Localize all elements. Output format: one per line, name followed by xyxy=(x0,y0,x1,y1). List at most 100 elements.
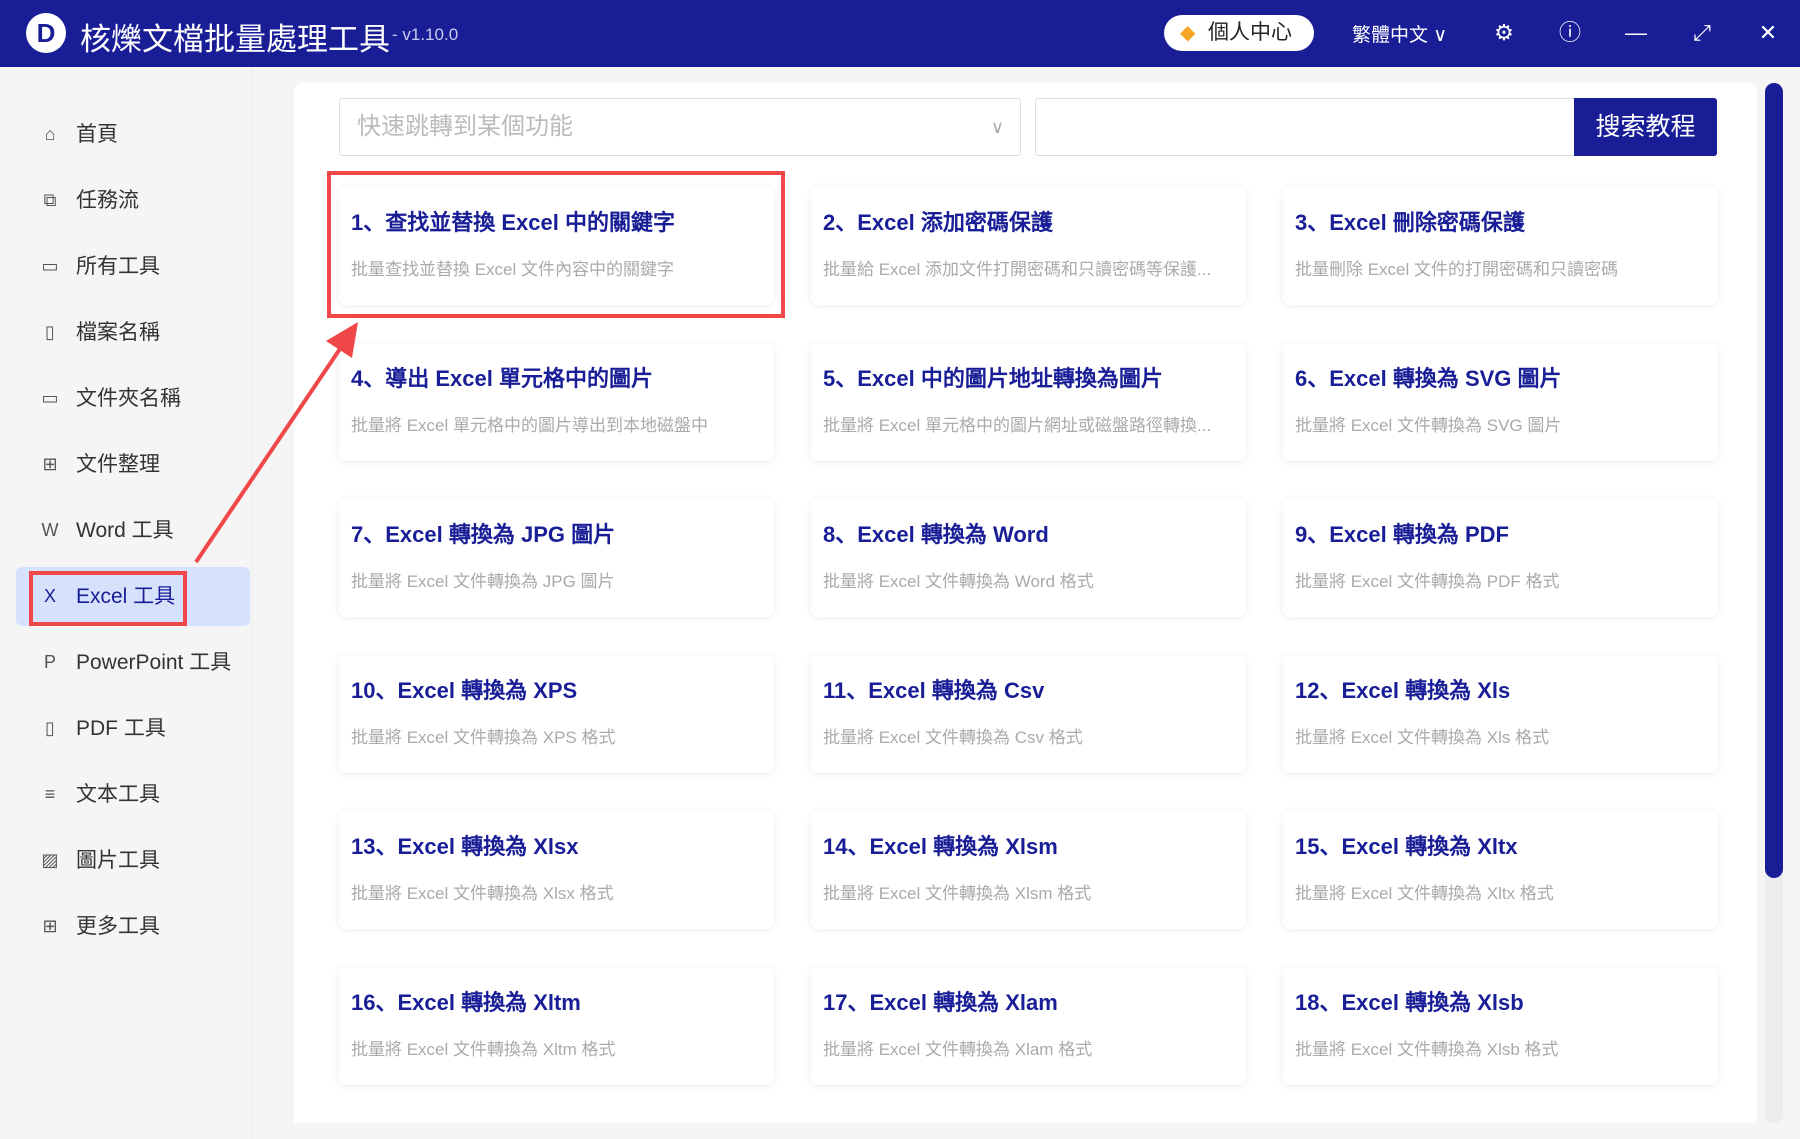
personal-center-button[interactable]: ◆ 個人中心 xyxy=(1164,15,1314,51)
tool-card[interactable]: 15、Excel 轉換為 Xltx 批量將 Excel 文件轉換為 Xltx 格式 xyxy=(1283,811,1718,929)
app-version: - v1.10.0 xyxy=(392,25,459,44)
minimize-icon[interactable]: — xyxy=(1619,16,1653,50)
language-label: 繁體中文 xyxy=(1352,25,1429,46)
sidebar-item[interactable]: P PowerPoint 工具 xyxy=(16,633,250,692)
help-icon[interactable]: ⓘ xyxy=(1553,16,1587,50)
tool-card[interactable]: 13、Excel 轉換為 Xlsx 批量將 Excel 文件轉換為 Xlsx 格式 xyxy=(339,811,774,929)
tool-card-desc: 批量將 Excel 文件轉換為 PDF 格式 xyxy=(1295,572,1560,591)
tool-card-title: 9、Excel 轉換為 PDF xyxy=(1295,522,1509,547)
tool-card[interactable]: 16、Excel 轉換為 Xltm 批量將 Excel 文件轉換為 Xltm 格式 xyxy=(339,967,774,1085)
sidebar-item-label: 任務流 xyxy=(76,189,139,212)
scrollbar-thumb[interactable] xyxy=(1765,83,1783,878)
sidebar-item-label: 文件整理 xyxy=(76,453,160,476)
tool-card-title: 7、Excel 轉換為 JPG 圖片 xyxy=(351,522,616,547)
dropdown-placeholder: 快速跳轉到某個功能 xyxy=(357,113,573,140)
tool-card-title: 14、Excel 轉換為 Xlsm xyxy=(823,834,1058,859)
gear-icon[interactable]: ⚙ xyxy=(1487,16,1521,50)
tool-card-title: 10、Excel 轉換為 XPS xyxy=(351,678,578,703)
tool-card[interactable]: 6、Excel 轉換為 SVG 圖片 批量將 Excel 文件轉換為 SVG 圖片 xyxy=(1283,343,1718,461)
sidebar-item-icon: ▭ xyxy=(41,388,59,408)
tool-card-desc: 批量將 Excel 文件轉換為 Word 格式 xyxy=(823,572,1094,591)
sidebar-item-label: 所有工具 xyxy=(76,255,160,278)
tool-card-title: 3、Excel 刪除密碼保護 xyxy=(1295,210,1525,235)
tool-card[interactable]: 11、Excel 轉換為 Csv 批量將 Excel 文件轉換為 Csv 格式 xyxy=(811,655,1246,773)
chevron-down-icon: ∨ xyxy=(1433,25,1448,46)
tool-card[interactable]: 18、Excel 轉換為 Xlsb 批量將 Excel 文件轉換為 Xlsb 格式 xyxy=(1283,967,1718,1085)
tool-card[interactable]: 8、Excel 轉換為 Word 批量將 Excel 文件轉換為 Word 格式 xyxy=(811,499,1246,617)
tool-card-desc: 批量將 Excel 文件轉換為 XPS 格式 xyxy=(351,728,616,747)
search-tutorial-button[interactable]: 搜索教程 xyxy=(1574,98,1717,156)
tool-card-desc: 批量將 Excel 單元格中的圖片網址或磁盤路徑轉換... xyxy=(823,416,1212,435)
tool-card-desc: 批量將 Excel 文件轉換為 JPG 圖片 xyxy=(351,572,615,591)
tool-card-desc: 批量給 Excel 添加文件打開密碼和只讀密碼等保護... xyxy=(823,260,1212,279)
tool-card-title: 15、Excel 轉換為 Xltx xyxy=(1295,834,1518,859)
sidebar-item[interactable]: ▭ 文件夾名稱 xyxy=(16,369,250,428)
sidebar-item-icon: ▨ xyxy=(41,850,59,870)
tool-card-desc: 批量刪除 Excel 文件的打開密碼和只讀密碼 xyxy=(1295,260,1619,279)
app-logo: D xyxy=(26,13,66,53)
tool-card[interactable]: 14、Excel 轉換為 Xlsm 批量將 Excel 文件轉換為 Xlsm 格式 xyxy=(811,811,1246,929)
sidebar-item-label: 文本工具 xyxy=(76,783,160,806)
highlight-box-sidebar xyxy=(29,571,187,626)
tool-card[interactable]: 4、導出 Excel 單元格中的圖片 批量將 Excel 單元格中的圖片導出到本地… xyxy=(339,343,774,461)
quick-jump-dropdown[interactable]: 快速跳轉到某個功能 ∨ xyxy=(339,98,1021,156)
sidebar-item[interactable]: ⊞ 更多工具 xyxy=(16,897,250,956)
sidebar-item[interactable]: ▯ PDF 工具 xyxy=(16,699,250,758)
sidebar-item-icon: ▯ xyxy=(45,718,55,738)
sidebar-item[interactable]: ≡ 文本工具 xyxy=(16,765,250,824)
sidebar-item[interactable]: ⌂ 首頁 xyxy=(16,105,250,164)
sidebar-item-label: 圖片工具 xyxy=(76,849,160,872)
tool-card-title: 5、Excel 中的圖片地址轉換為圖片 xyxy=(823,366,1163,391)
sidebar-item[interactable]: W Word 工具 xyxy=(16,501,250,560)
sidebar-item-icon: P xyxy=(43,652,56,672)
tool-card-title: 12、Excel 轉換為 Xls xyxy=(1295,678,1511,703)
sidebar-item-icon: ⧉ xyxy=(43,190,57,210)
sidebar-item[interactable]: ⧉ 任務流 xyxy=(16,171,250,230)
tool-card-desc: 批量將 Excel 文件轉換為 Csv 格式 xyxy=(823,728,1083,747)
tool-card-title: 17、Excel 轉換為 Xlam xyxy=(823,990,1058,1015)
maximize-icon[interactable]: ⤢ xyxy=(1685,16,1719,50)
sidebar-item[interactable]: ▨ 圖片工具 xyxy=(16,831,250,890)
tool-card-desc: 批量將 Excel 文件轉換為 Xlsm 格式 xyxy=(823,884,1092,903)
chevron-down-icon: ∨ xyxy=(990,117,1004,137)
app-title: 核爍文檔批量處理工具 xyxy=(80,22,390,57)
sidebar-item-label: PDF 工具 xyxy=(76,717,166,740)
sidebar-item[interactable]: ⊞ 文件整理 xyxy=(16,435,250,494)
sidebar-item-icon: ≡ xyxy=(44,784,56,804)
tool-card-title: 16、Excel 轉換為 Xltm xyxy=(351,990,581,1015)
highlight-box-card xyxy=(327,171,785,318)
tool-card-title: 6、Excel 轉換為 SVG 圖片 xyxy=(1295,366,1562,391)
tool-card[interactable]: 3、Excel 刪除密碼保護批量刪除 Excel 文件的打開密碼和只讀密碼 xyxy=(1283,187,1718,305)
tool-card[interactable]: 5、Excel 中的圖片地址轉換為圖片批量將 Excel 單元格中的圖片網址或磁… xyxy=(811,343,1246,461)
personal-center-label: 個人中心 xyxy=(1208,21,1292,44)
tool-card-title: 4、導出 Excel 單元格中的圖片 xyxy=(351,366,653,391)
tool-card[interactable]: 10、Excel 轉換為 XPS 批量將 Excel 文件轉換為 XPS 格式 xyxy=(339,655,774,773)
tool-card-title: 13、Excel 轉換為 Xlsx xyxy=(351,834,579,859)
sidebar-item-label: Word 工具 xyxy=(76,519,174,542)
tool-card-desc: 批量將 Excel 文件轉換為 Xlsx 格式 xyxy=(351,884,614,903)
sidebar-item[interactable]: ▯ 檔案名稱 xyxy=(16,303,250,362)
tool-card[interactable]: 12、Excel 轉換為 Xls 批量將 Excel 文件轉換為 Xls 格式 xyxy=(1283,655,1718,773)
close-icon[interactable]: ✕ xyxy=(1751,16,1785,50)
tool-card[interactable]: 9、Excel 轉換為 PDF 批量將 Excel 文件轉換為 PDF 格式 xyxy=(1283,499,1718,617)
tool-card-desc: 批量將 Excel 文件轉換為 Xltx 格式 xyxy=(1295,884,1554,903)
tool-card[interactable]: 17、Excel 轉換為 Xlam 批量將 Excel 文件轉換為 Xlam 格式 xyxy=(811,967,1246,1085)
sidebar-item-label: 檔案名稱 xyxy=(76,321,160,344)
sidebar-item-icon: ▯ xyxy=(45,322,55,342)
tool-card-desc: 批量將 Excel 文件轉換為 Xltm 格式 xyxy=(351,1040,616,1059)
tool-card-desc: 批量將 Excel 文件轉換為 Xlam 格式 xyxy=(823,1040,1093,1059)
diamond-icon: ◆ xyxy=(1180,22,1196,44)
tool-card-desc: 批量將 Excel 文件轉換為 Xlsb 格式 xyxy=(1295,1040,1559,1059)
tutorial-search-input[interactable] xyxy=(1035,98,1575,156)
tool-card[interactable]: 2、Excel 添加密碼保護 批量給 Excel 添加文件打開密碼和只讀密碼等保護… xyxy=(811,187,1246,305)
tool-card[interactable]: 7、Excel 轉換為 JPG 圖片批量將 Excel 文件轉換為 JPG 圖片 xyxy=(339,499,774,617)
sidebar-item-icon: ⌂ xyxy=(44,124,56,144)
title-bar: D 核爍文檔批量處理工具 - v1.10.0 ◆ 個人中心 繁體中文 ∨ ⚙ ⓘ … xyxy=(0,0,1800,67)
sidebar-item-label: 首頁 xyxy=(76,123,118,146)
tool-card-title: 8、Excel 轉換為 Word xyxy=(823,522,1049,547)
sidebar-item-label: 更多工具 xyxy=(76,915,160,938)
sidebar-item[interactable]: ▭ 所有工具 xyxy=(16,237,250,296)
tool-card-title: 11、Excel 轉換為 Csv xyxy=(823,678,1045,703)
sidebar-item-icon: ⊞ xyxy=(42,916,58,936)
language-select[interactable]: 繁體中文 ∨ xyxy=(1352,20,1447,47)
